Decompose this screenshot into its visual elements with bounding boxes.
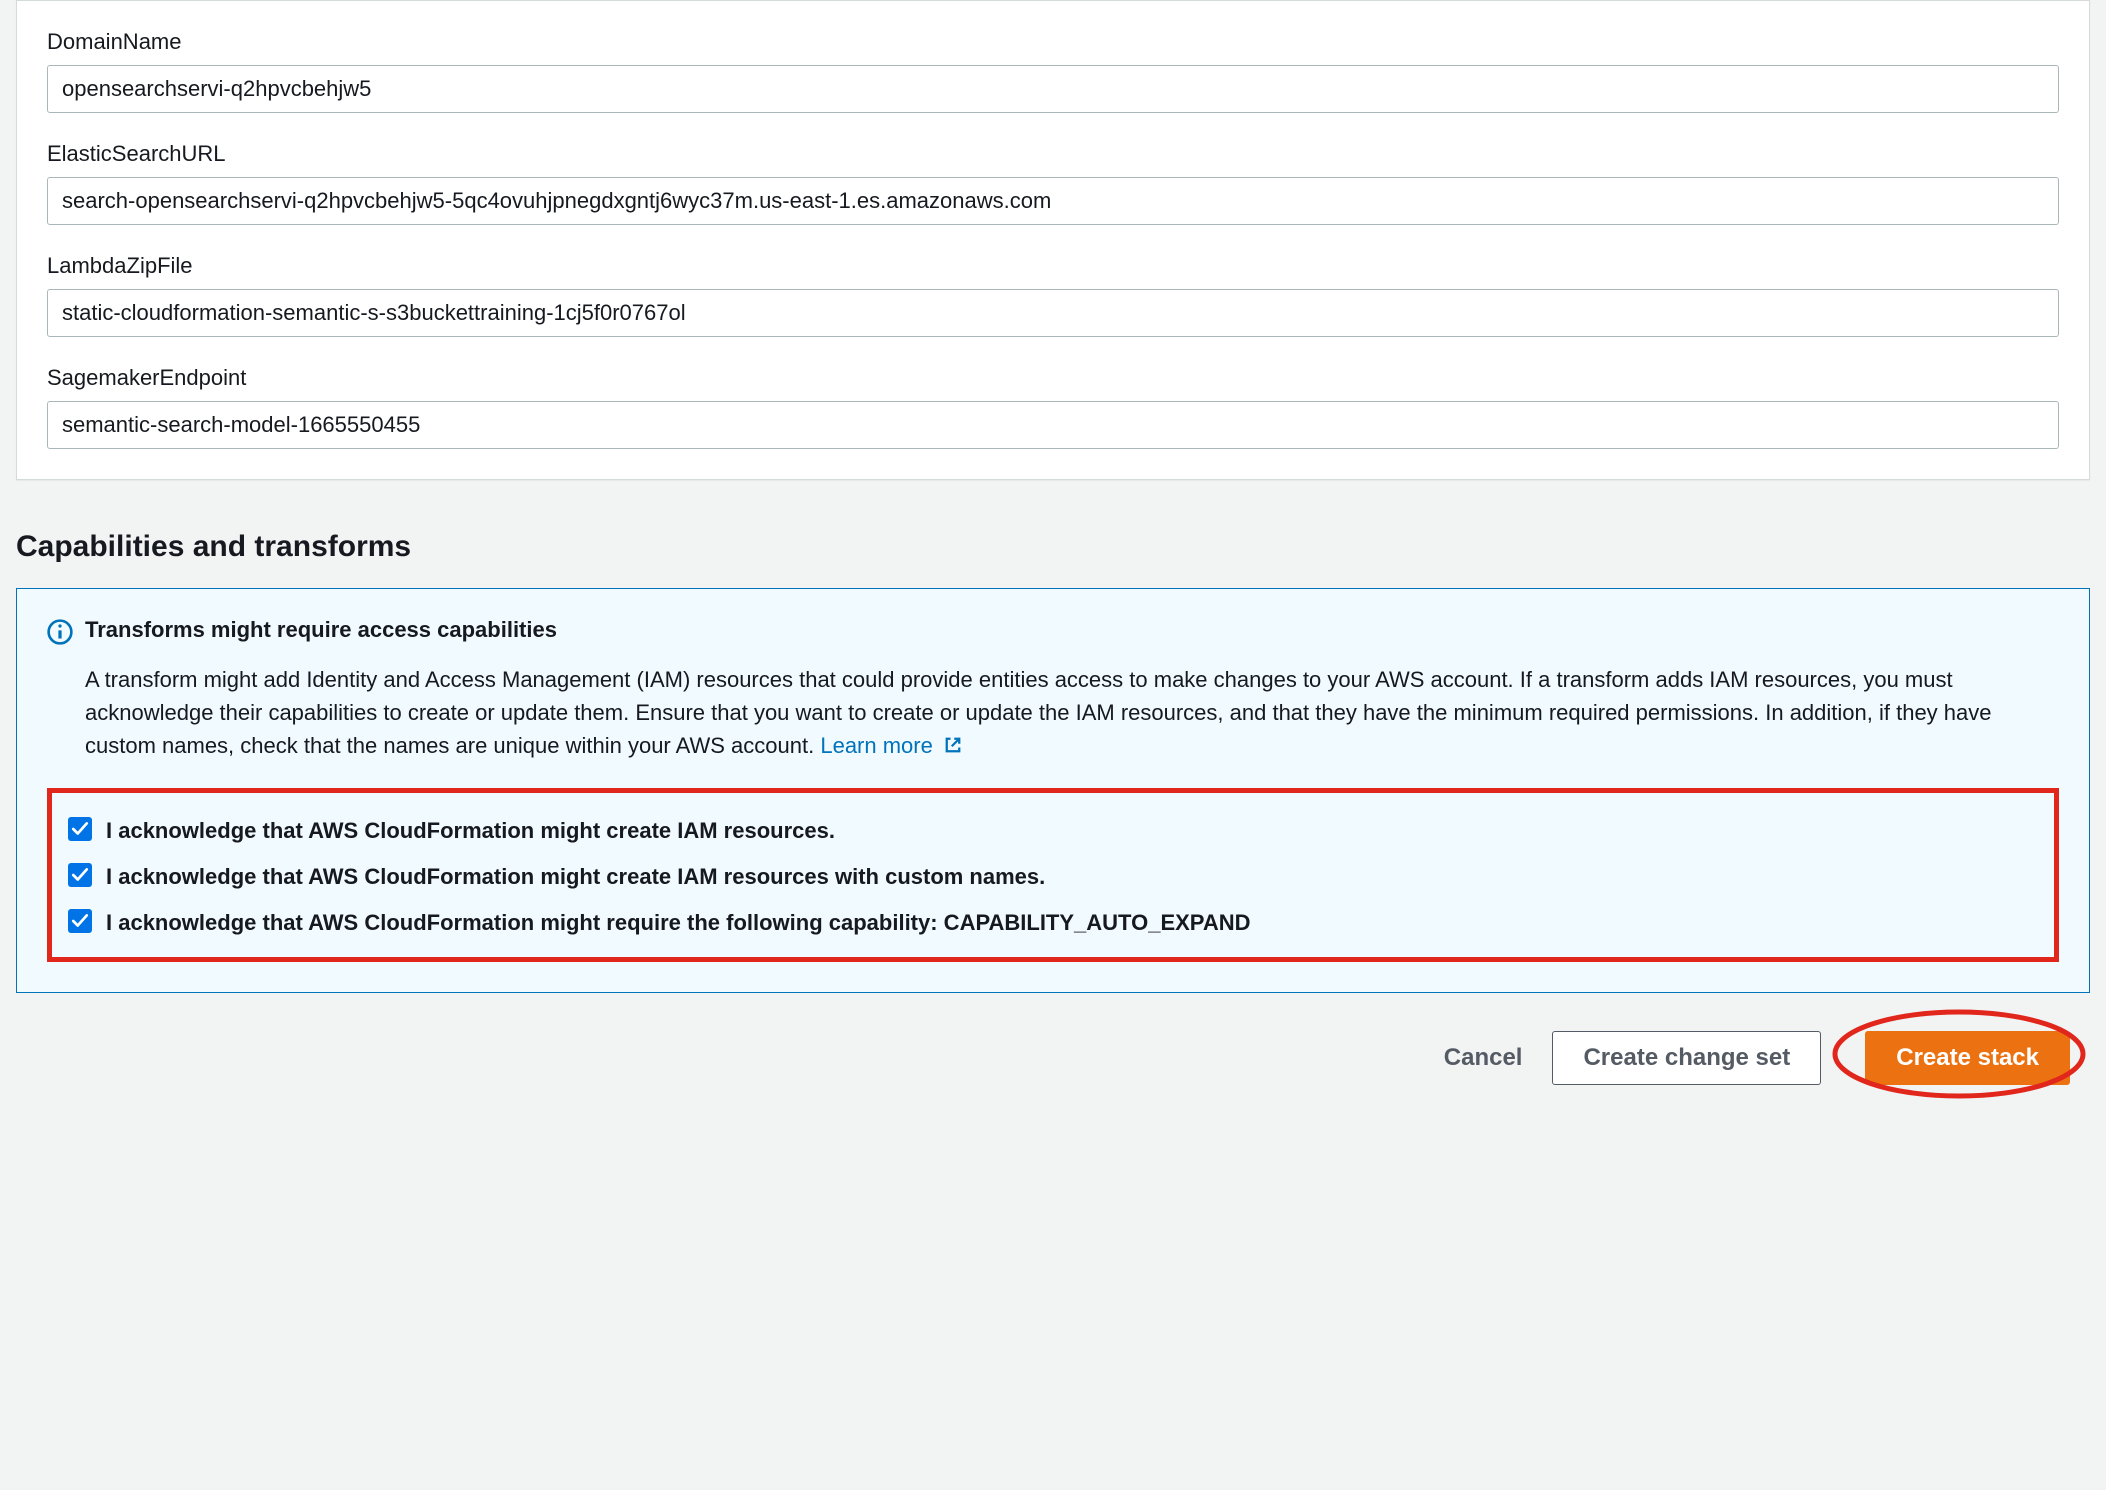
alert-header: Transforms might require access capabili… <box>47 617 2059 651</box>
external-link-icon <box>943 735 963 760</box>
info-icon <box>47 619 73 651</box>
alert-body-text: A transform might add Identity and Acces… <box>85 667 1992 758</box>
cancel-button[interactable]: Cancel <box>1438 1034 1529 1082</box>
ack-label-iam-custom: I acknowledge that AWS CloudFormation mi… <box>106 861 1045 893</box>
param-elasticsearchurl: ElasticSearchURL <box>47 113 2059 225</box>
domainname-input[interactable] <box>47 65 2059 113</box>
learn-more-text: Learn more <box>820 733 933 758</box>
elasticsearchurl-input[interactable] <box>47 177 2059 225</box>
ack-checkbox-autoexpand[interactable] <box>68 909 92 933</box>
param-sagemakerendpoint: SagemakerEndpoint <box>47 337 2059 449</box>
capabilities-alert: Transforms might require access capabili… <box>16 588 2090 993</box>
create-stack-button[interactable]: Create stack <box>1865 1031 2070 1085</box>
alert-title: Transforms might require access capabili… <box>85 617 557 643</box>
lambdazipfile-input[interactable] <box>47 289 2059 337</box>
create-change-set-button[interactable]: Create change set <box>1552 1031 1821 1085</box>
footer-actions: Cancel Create change set Create stack <box>0 993 2106 1123</box>
create-stack-highlight: Create stack <box>1845 1025 2090 1091</box>
ack-label-iam: I acknowledge that AWS CloudFormation mi… <box>106 815 835 847</box>
acknowledgements-highlight: I acknowledge that AWS CloudFormation mi… <box>47 788 2059 962</box>
param-domainname: DomainName <box>47 1 2059 113</box>
learn-more-link[interactable]: Learn more <box>820 733 963 758</box>
capabilities-title: Capabilities and transforms <box>16 530 2090 564</box>
domainname-label: DomainName <box>47 29 2059 55</box>
ack-checkbox-iam-custom[interactable] <box>68 863 92 887</box>
ack-row-autoexpand: I acknowledge that AWS CloudFormation mi… <box>68 907 2038 939</box>
sagemakerendpoint-input[interactable] <box>47 401 2059 449</box>
ack-checkbox-iam[interactable] <box>68 817 92 841</box>
sagemakerendpoint-label: SagemakerEndpoint <box>47 365 2059 391</box>
ack-row-iam: I acknowledge that AWS CloudFormation mi… <box>68 815 2038 847</box>
ack-label-autoexpand: I acknowledge that AWS CloudFormation mi… <box>106 907 1251 939</box>
ack-row-iam-custom: I acknowledge that AWS CloudFormation mi… <box>68 861 2038 893</box>
elasticsearchurl-label: ElasticSearchURL <box>47 141 2059 167</box>
lambdazipfile-label: LambdaZipFile <box>47 253 2059 279</box>
param-lambdazipfile: LambdaZipFile <box>47 225 2059 337</box>
parameters-panel: DomainName ElasticSearchURL LambdaZipFil… <box>16 0 2090 480</box>
alert-body: A transform might add Identity and Acces… <box>85 663 2059 764</box>
